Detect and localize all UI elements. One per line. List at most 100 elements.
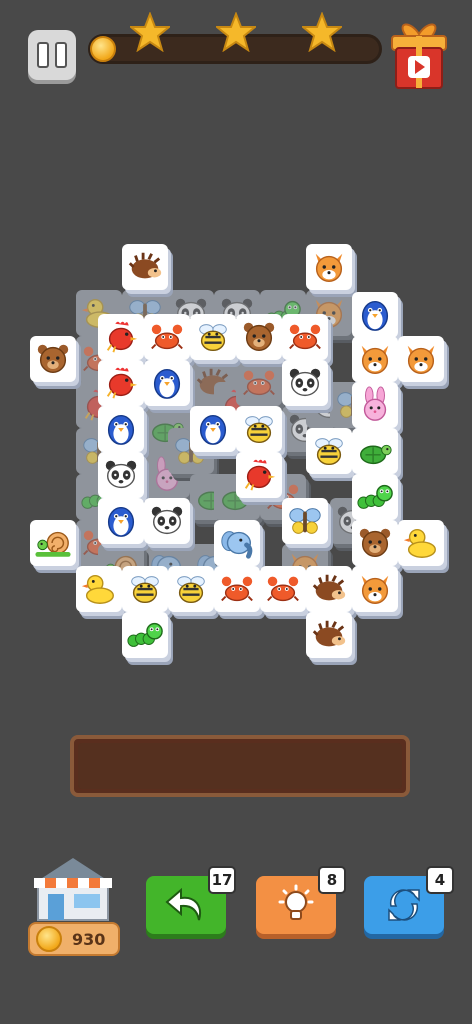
- turtle-icon: [360, 444, 392, 465]
- elephant-icon: [221, 531, 253, 559]
- bee-icon: [315, 438, 343, 466]
- tile-bee[interactable]: [236, 406, 282, 452]
- pause-icon: [37, 42, 49, 68]
- tile-duck[interactable]: [76, 566, 122, 612]
- panda-icon: [151, 506, 183, 535]
- gift-video-button[interactable]: [388, 18, 450, 92]
- crab-icon: [267, 576, 299, 602]
- bee-icon: [131, 576, 159, 604]
- covered-tile: [236, 360, 282, 406]
- hint-count-badge: 8: [318, 866, 346, 894]
- tile-fox[interactable]: [352, 566, 398, 612]
- tile-fox[interactable]: [352, 336, 398, 382]
- tile-crab[interactable]: [260, 566, 306, 612]
- panda-icon: [105, 460, 137, 489]
- tile-crab[interactable]: [214, 566, 260, 612]
- shuffle-button[interactable]: 4: [364, 866, 454, 934]
- hedgehog-icon: [128, 252, 162, 279]
- tile-elephant[interactable]: [214, 520, 260, 566]
- tile-penguin[interactable]: [352, 292, 398, 338]
- tile-rooster[interactable]: [98, 314, 144, 360]
- tile-panda[interactable]: [98, 452, 144, 498]
- bear-icon: [37, 344, 69, 374]
- penguin-icon: [153, 368, 181, 399]
- bee-icon: [177, 576, 205, 604]
- crab-icon: [151, 324, 183, 350]
- penguin-icon: [107, 414, 135, 445]
- tile-hedgehog[interactable]: [122, 244, 168, 290]
- butterfly-icon: [289, 508, 321, 534]
- hint-button[interactable]: 8: [256, 866, 346, 934]
- penguin-icon: [199, 414, 227, 445]
- rooster-icon: [106, 367, 138, 399]
- bee-icon: [245, 416, 273, 444]
- coin-balance: 930: [28, 922, 120, 956]
- hedgehog-icon: [312, 574, 346, 601]
- panda-icon: [289, 368, 321, 397]
- tile-butterfly[interactable]: [282, 498, 328, 544]
- bee-icon: [199, 324, 227, 352]
- shop-button[interactable]: [26, 852, 120, 926]
- tile-bee[interactable]: [122, 566, 168, 612]
- undo-icon: [165, 887, 201, 921]
- tile-penguin[interactable]: [98, 406, 144, 452]
- duck-icon: [81, 574, 114, 604]
- tile-turtle[interactable]: [352, 428, 398, 474]
- crab-icon: [221, 576, 253, 602]
- tile-panda[interactable]: [144, 498, 190, 544]
- tile-fox[interactable]: [398, 336, 444, 382]
- pause-button[interactable]: [28, 30, 76, 80]
- tile-caterpillar[interactable]: [122, 612, 168, 658]
- star-icon: [216, 12, 256, 52]
- tile-rabbit[interactable]: [352, 382, 398, 428]
- tile-bear[interactable]: [236, 314, 282, 360]
- star-icon: [130, 12, 170, 52]
- tile-bear[interactable]: [352, 520, 398, 566]
- shuffle-icon: [388, 889, 420, 921]
- tile-bear[interactable]: [30, 336, 76, 382]
- tile-penguin[interactable]: [144, 360, 190, 406]
- rooster-icon: [106, 321, 138, 353]
- fox-icon: [361, 345, 389, 374]
- penguin-icon: [361, 300, 389, 331]
- rabbit-icon: [363, 386, 387, 421]
- tile-bee[interactable]: [190, 314, 236, 360]
- tile-bee[interactable]: [168, 566, 214, 612]
- crab-icon: [289, 324, 321, 350]
- tile-penguin[interactable]: [98, 498, 144, 544]
- caterpillar-icon: [127, 622, 163, 647]
- caterpillar-icon: [357, 484, 393, 509]
- lightbulb-icon: [278, 884, 314, 920]
- bear-icon: [359, 528, 391, 558]
- fox-icon: [315, 253, 343, 282]
- tile-duck[interactable]: [398, 520, 444, 566]
- snail-icon: [35, 531, 71, 557]
- tile-bee[interactable]: [306, 428, 352, 474]
- duck-icon: [403, 528, 436, 558]
- tile-fox[interactable]: [306, 244, 352, 290]
- coin-count: 930: [72, 929, 106, 949]
- coin-icon: [36, 926, 62, 952]
- tile-hedgehog[interactable]: [306, 612, 352, 658]
- tile-panda[interactable]: [282, 360, 328, 406]
- crab-icon: [243, 370, 275, 396]
- bear-icon: [243, 322, 275, 352]
- rooster-icon: [244, 459, 276, 491]
- penguin-icon: [107, 506, 135, 537]
- tile-caterpillar[interactable]: [352, 474, 398, 520]
- undo-button[interactable]: 17: [146, 866, 236, 934]
- tile-crab[interactable]: [282, 314, 328, 360]
- tile-slot-bar: [70, 735, 410, 797]
- hedgehog-icon: [312, 620, 346, 647]
- tile-crab[interactable]: [144, 314, 190, 360]
- progress-coin-icon: [90, 36, 116, 62]
- shuffle-count-badge: 4: [426, 866, 454, 894]
- tile-snail[interactable]: [30, 520, 76, 566]
- fox-icon: [407, 345, 435, 374]
- tile-rooster[interactable]: [236, 452, 282, 498]
- star-icon: [302, 12, 342, 52]
- tile-rooster[interactable]: [98, 360, 144, 406]
- tile-hedgehog[interactable]: [306, 566, 352, 612]
- fox-icon: [361, 575, 389, 604]
- tile-penguin[interactable]: [190, 406, 236, 452]
